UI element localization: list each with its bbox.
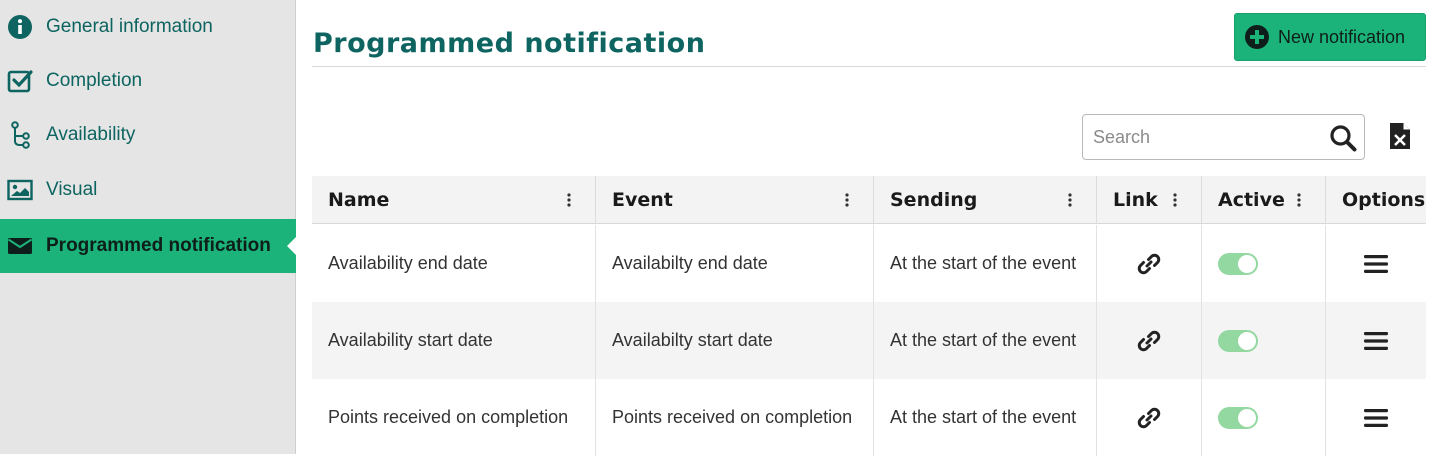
cell-event: Availabilty start date [596,302,874,379]
cell-active [1202,302,1326,379]
options-menu-icon[interactable] [1363,407,1389,429]
sidebar-item-completion[interactable]: Completion [0,54,296,108]
image-icon [6,176,34,204]
sidebar-item-general-information[interactable]: General information [0,0,296,54]
column-label: Active [1218,189,1285,211]
info-circle-icon [6,13,34,41]
table-row: Availability end date Availabilty end dat… [312,225,1426,302]
cell-text: Availability end date [328,253,488,273]
link-icon[interactable] [1135,404,1163,432]
cell-event: Points received on completion [596,379,874,456]
column-menu-icon[interactable] [565,192,573,208]
cell-text: At the start of the event [890,253,1077,273]
column-header-sending[interactable]: Sending [874,176,1097,224]
page-title: Programmed notification [313,28,706,59]
new-notification-label: New notification [1278,26,1406,47]
cell-text: Availabilty start date [612,330,773,350]
table-header: Name Event Sending Link Active Options [312,176,1426,224]
cell-text: At the start of the event [890,330,1077,350]
cell-active [1202,379,1326,456]
column-header-active[interactable]: Active [1202,176,1326,224]
column-label: Event [612,189,673,211]
column-menu-icon[interactable] [1066,192,1074,208]
cell-name: Points received on completion [312,379,596,456]
column-menu-icon[interactable] [1295,192,1303,208]
cell-options [1326,302,1426,379]
column-header-name[interactable]: Name [312,176,596,224]
cell-event: Availabilty end date [596,225,874,302]
cell-sending: At the start of the event [874,379,1097,456]
column-header-event[interactable]: Event [596,176,874,224]
cell-active [1202,225,1326,302]
table-row: Availability start date Availabilty start… [312,302,1426,379]
column-menu-icon[interactable] [843,192,851,208]
title-divider [312,66,1426,67]
column-header-options: Options [1326,176,1426,224]
sidebar-item-availability[interactable]: Availability [0,108,296,162]
cell-options [1326,225,1426,302]
column-menu-icon[interactable] [1171,192,1179,208]
active-toggle[interactable] [1218,329,1258,352]
toggle-knob [1238,408,1256,427]
options-menu-icon[interactable] [1363,253,1389,275]
column-label: Options [1342,189,1426,211]
table-row: Points received on completion Points rece… [312,379,1426,456]
sidebar-item-label: Visual [46,179,98,200]
cell-text: Points received on completion [612,407,853,427]
branch-icon [6,121,34,149]
options-menu-icon[interactable] [1363,330,1389,352]
cell-text: Availability start date [328,330,493,350]
cell-text: Points received on completion [328,407,569,427]
sidebar-item-label: Completion [46,70,143,91]
toggle-knob [1238,331,1256,350]
cell-link [1097,225,1202,302]
cell-link [1097,379,1202,456]
link-icon[interactable] [1135,327,1163,355]
plus-circle-icon [1245,25,1269,49]
sidebar-item-visual[interactable]: Visual [0,163,296,217]
checkbox-icon [6,67,34,95]
cell-text: At the start of the event [890,407,1077,427]
cell-sending: At the start of the event [874,302,1097,379]
search-box [1082,114,1365,160]
search-icon[interactable] [1329,124,1357,152]
new-notification-button[interactable]: New notification [1234,13,1426,61]
export-file-icon[interactable] [1388,122,1412,150]
cell-sending: At the start of the event [874,225,1097,302]
sidebar-item-label: Programmed notification [46,235,271,256]
search-input[interactable] [1093,123,1323,151]
column-header-link[interactable]: Link [1097,176,1202,224]
toggle-knob [1238,254,1256,273]
cell-options [1326,379,1426,456]
column-label: Link [1113,189,1158,211]
active-toggle[interactable] [1218,406,1258,429]
envelope-icon [6,232,34,260]
cell-link [1097,302,1202,379]
sidebar-item-label: Availability [46,124,136,145]
cell-text: Availabilty end date [612,253,768,273]
column-label: Name [328,189,390,211]
cell-name: Availability start date [312,302,596,379]
cell-name: Availability end date [312,225,596,302]
active-toggle[interactable] [1218,252,1258,275]
column-label: Sending [890,189,978,211]
sidebar-item-programmed-notification[interactable]: Programmed notification [0,219,297,273]
link-icon[interactable] [1135,250,1163,278]
sidebar-item-label: General information [46,16,213,37]
sidebar: General information Completion Availabil… [0,0,297,454]
